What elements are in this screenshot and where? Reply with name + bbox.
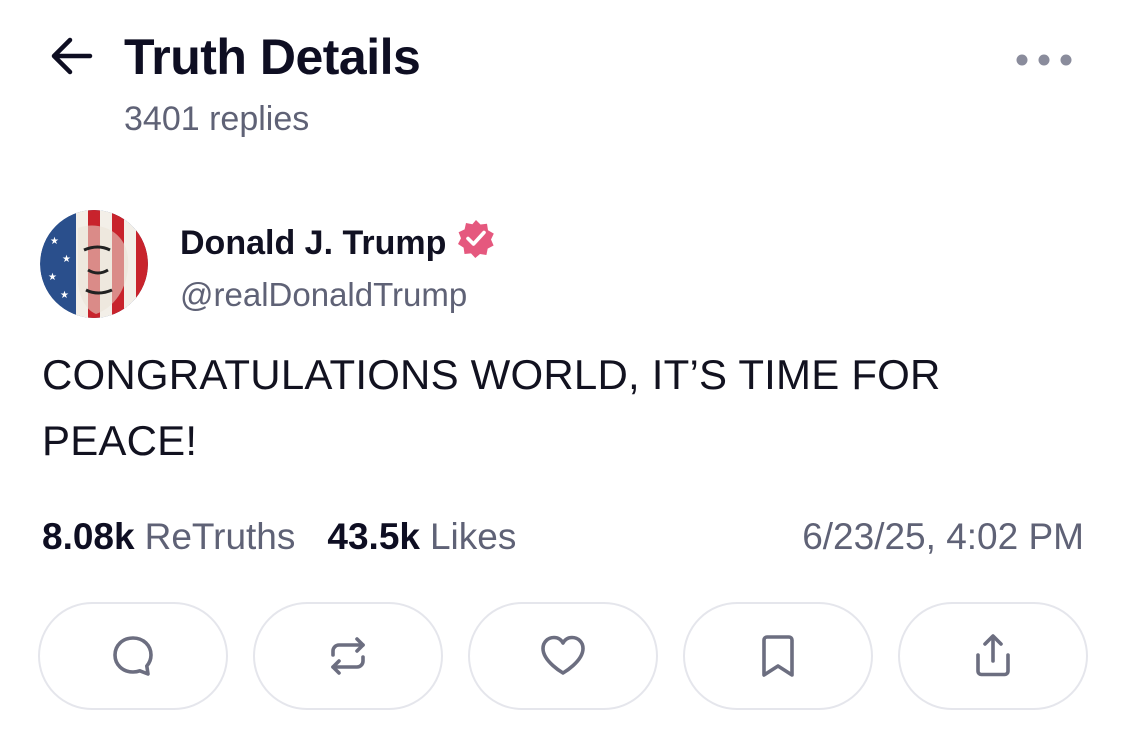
page-title: Truth Details (124, 29, 421, 85)
bookmark-button[interactable] (683, 602, 873, 710)
share-button[interactable] (898, 602, 1088, 710)
more-options-button[interactable] (1014, 44, 1074, 80)
arrow-left-icon (48, 36, 94, 81)
comment-icon (108, 631, 158, 681)
author-name-text: Donald J. Trump (180, 224, 447, 262)
author-handle[interactable]: @realDonaldTrump (180, 274, 467, 316)
avatar[interactable]: ★ ★ ★ ★ (40, 210, 148, 318)
heart-icon (537, 631, 589, 681)
post-stats: 8.08k ReTruths 43.5k Likes 6/23/25, 4:02… (42, 512, 1084, 562)
svg-text:★: ★ (48, 272, 57, 283)
svg-text:★: ★ (60, 290, 69, 301)
action-bar (38, 602, 1088, 712)
share-icon (968, 631, 1018, 681)
likes-count[interactable]: 43.5k (327, 514, 420, 560)
repost-icon (323, 631, 373, 681)
author-name[interactable]: Donald J. Trump (180, 218, 496, 268)
verified-badge-icon (456, 218, 496, 268)
bookmark-icon (756, 631, 800, 681)
reply-button[interactable] (38, 602, 228, 710)
svg-text:★: ★ (50, 236, 59, 247)
likes-label[interactable]: Likes (430, 514, 516, 560)
post-text: CONGRATULATIONS WORLD, IT’S TIME FOR PEA… (42, 351, 941, 464)
like-button[interactable] (468, 602, 658, 710)
more-horizontal-icon (1014, 52, 1074, 73)
retruths-label[interactable]: ReTruths (145, 514, 296, 560)
post-timestamp: 6/23/25, 4:02 PM (802, 516, 1084, 557)
back-button[interactable] (44, 36, 98, 80)
svg-text:★: ★ (62, 254, 71, 265)
retruths-count[interactable]: 8.08k (42, 514, 135, 560)
retruth-button[interactable] (253, 602, 443, 710)
reply-count: 3401 replies (124, 100, 310, 138)
